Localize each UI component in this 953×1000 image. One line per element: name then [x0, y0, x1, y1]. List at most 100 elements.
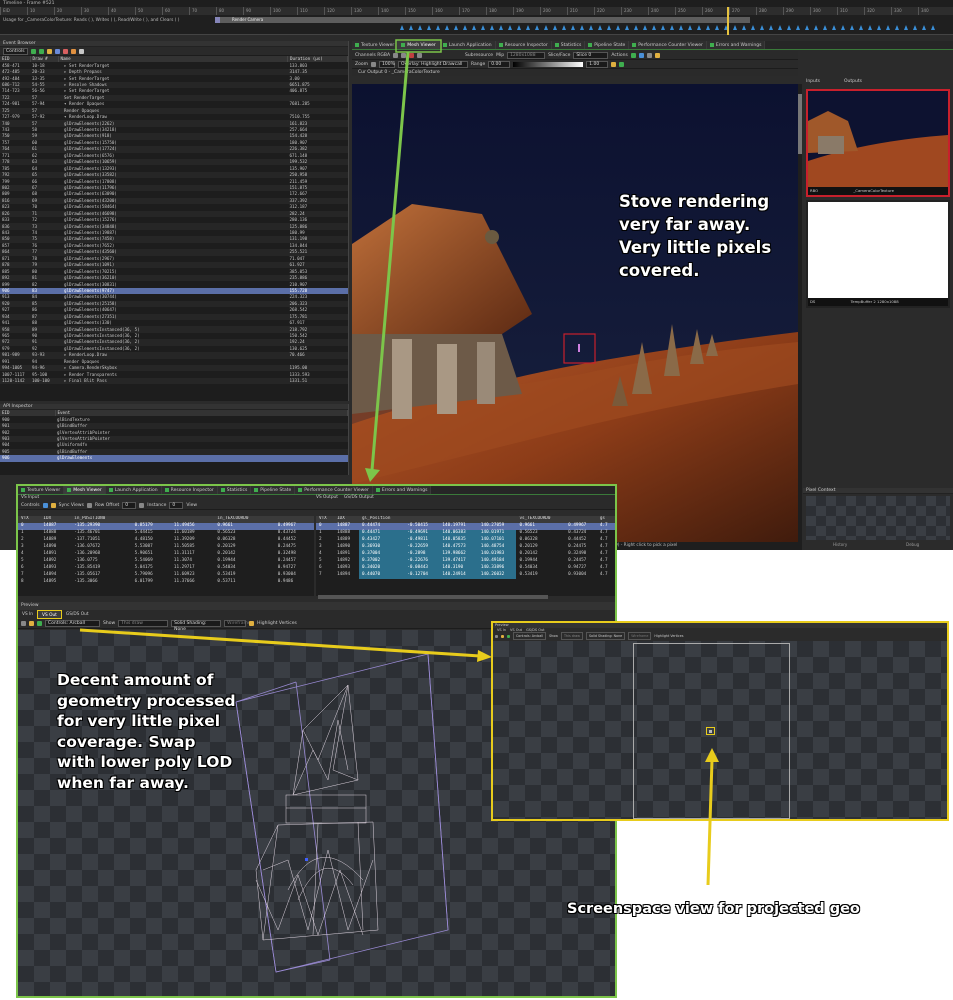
ss-settings-icon[interactable] [507, 634, 510, 638]
highlight-vertices-icon[interactable] [249, 621, 255, 626]
current-event-marker[interactable] [727, 7, 729, 35]
autofit-icon[interactable] [611, 61, 617, 67]
mesh-row[interactable]: 8 14895 -135.3066 6.01799 11.37666 0.53711 0.9… [18, 579, 314, 586]
red-channel-icon[interactable] [393, 52, 399, 58]
ss-solid-shading[interactable]: Solid Shading: None [585, 632, 626, 640]
mesh-row[interactable]: 3 14890 -136.07672 5.53087 11.50585 0.20129 0.… [18, 544, 314, 551]
gs-out-tab[interactable]: GS/DS Out [62, 610, 93, 619]
mesh-tab-resource-inspector[interactable]: Resource Inspector [161, 486, 218, 494]
outputs-tab[interactable]: Outputs [841, 78, 865, 85]
mesh-col-header[interactable] [404, 516, 440, 523]
channels-dropdown[interactable]: Channels RGBA [355, 53, 390, 58]
save-icon[interactable] [630, 52, 636, 58]
highlight-vertices-label[interactable]: Highlight Vertices [257, 621, 297, 626]
controls-dropdown[interactable]: Controls: Arcball [45, 620, 100, 627]
mesh-row[interactable]: 7 14894 -135.05617 5.79096 11.60923 0.53419 0.… [18, 572, 314, 579]
mesh-row[interactable]: 1 14888 -135.46701 5.44415 11.60189 0.56523 0.… [18, 530, 314, 537]
collapse-icon[interactable] [38, 48, 44, 54]
main-tab-performance-counter-viewer[interactable]: Performance Counter Viewer [629, 41, 707, 49]
api-row[interactable]: 906 glDrawElements [0, 455, 348, 462]
row-offset-input[interactable]: 0 [122, 501, 137, 509]
reset-camera-icon[interactable] [21, 621, 26, 626]
mesh-col-header[interactable]: VTX [18, 516, 41, 523]
mesh-row[interactable]: 6 14893 -135.85419 5.04175 11.29717 0.54034 0.… [18, 565, 314, 572]
mesh-col-header[interactable] [170, 516, 215, 523]
mesh-col-header[interactable] [131, 516, 171, 523]
texture-viewport[interactable]: 0030, 0.7899) - Right click to pick a pi… [352, 84, 798, 550]
range-min[interactable]: 0.00 [488, 60, 511, 68]
mesh-row[interactable]: 2 14889 0.43427 -0.49811 140.05835 140.07101 0… [316, 537, 615, 544]
main-tab-errors-and-warnings[interactable]: Errors and Warnings [706, 41, 766, 49]
mesh-row[interactable]: 0 14887 -135.29390 0.85179 11.49456 0.9661 0.4… [18, 523, 314, 530]
instance-input[interactable]: 0 [169, 501, 184, 509]
pixel-context-view[interactable] [806, 496, 950, 540]
debug-button[interactable]: Debug [906, 542, 919, 547]
timeline-panel[interactable]: EID 10 20 30 40 50 60 70 80 90 100 110 120 130 140 150 1… [0, 7, 953, 35]
mip-dropdown[interactable]: 1280x1088 [507, 51, 546, 59]
mesh-col-header[interactable]: gl_Position [358, 516, 405, 523]
mesh-row[interactable]: 3 14890 0.36930 -0.22659 140.47573 140.48754 0… [316, 544, 615, 551]
reset-icon[interactable] [619, 61, 625, 67]
mesh-tab-pipeline-state[interactable]: Pipeline State [251, 486, 296, 494]
timeline-ruler[interactable]: EID 10 20 30 40 50 60 70 80 90 100 110 120 130 140 150 1… [0, 7, 953, 15]
settings-icon[interactable] [70, 48, 76, 54]
mesh-row[interactable]: 0 14887 0.44474 -0.50415 140.19791 140.27059 0… [316, 523, 615, 530]
mesh-tab-texture-viewer[interactable]: Texture Viewer [18, 486, 65, 494]
output-thumbnail-depth[interactable]: DS TempBuffer 2 1280x1088 [806, 200, 950, 308]
green-channel-icon[interactable] [401, 52, 407, 58]
export-icon[interactable] [78, 48, 84, 54]
ss-highlight-vertices[interactable]: Highlight Vertices [654, 633, 683, 639]
timeline-marker[interactable] [215, 17, 220, 23]
main-tab-statistics[interactable]: Statistics [551, 41, 586, 49]
mesh-col-header[interactable] [274, 516, 314, 523]
mesh-col-header[interactable]: gs [596, 516, 615, 523]
range-slider[interactable] [513, 61, 584, 67]
main-tab-resource-inspector[interactable]: Resource Inspector [495, 41, 552, 49]
ss-autofit-icon[interactable] [501, 634, 504, 638]
zoom-value[interactable]: 100% [378, 60, 395, 68]
mesh-col-header[interactable] [565, 516, 597, 523]
main-tab-texture-viewer[interactable]: Texture Viewer [352, 41, 399, 49]
bookmark-icon[interactable] [46, 48, 52, 54]
ss-reset-icon[interactable] [495, 634, 498, 638]
mesh-row[interactable]: 4 14891 -136.20968 5.90651 11.31117 0.20142 0.… [18, 551, 314, 558]
screenspace-canvas[interactable] [493, 641, 947, 819]
overlay-dropdown[interactable]: Overlay: Highlight Drawcall [397, 60, 468, 68]
timeline-icon[interactable] [62, 48, 68, 54]
mesh-tab-mesh-viewer[interactable]: Mesh Viewer [64, 486, 106, 494]
mesh-row[interactable]: 1 14888 0.44471 -0.49691 140.06383 140.01971 0… [316, 530, 615, 537]
find-icon[interactable] [54, 48, 60, 54]
fit-icon[interactable] [370, 61, 376, 67]
slice-dropdown[interactable]: Slice 0 [573, 51, 609, 59]
ss-controls-dropdown[interactable]: Controls: Arcball [513, 632, 547, 640]
output-thumbnail-color[interactable]: RBO _CameraColorTexture [806, 89, 950, 197]
mesh-col-header[interactable]: vs_TEXCOORD0 [516, 516, 566, 523]
mesh-tab-performance-counter-viewer[interactable]: Performance Counter Viewer [295, 486, 373, 494]
show-dropdown[interactable]: This draw [118, 620, 169, 627]
wireframe-toggle[interactable]: Wireframe [224, 620, 251, 627]
columns-icon[interactable] [42, 502, 48, 508]
output-hscrollbar[interactable] [318, 595, 548, 599]
view-icon[interactable] [646, 52, 652, 58]
history-button[interactable]: History [833, 542, 847, 547]
event-row[interactable]: 1120-1142 100-100 ▸ Final Blit Pass 1331.51 [0, 377, 348, 385]
vs-out-tab[interactable]: VS Out [37, 610, 62, 619]
main-tab-mesh-viewer[interactable]: Mesh Viewer [398, 41, 440, 49]
mesh-row[interactable]: 5 14892 0.37002 -0.22676 139.47417 140.49184 0… [316, 558, 615, 565]
expand-icon[interactable] [30, 48, 36, 54]
ss-show-dropdown[interactable]: This draw [561, 632, 583, 640]
mesh-tab-launch-application[interactable]: Launch Application [105, 486, 162, 494]
ss-vs-in-tab[interactable]: VS In [495, 628, 508, 633]
ss-wireframe[interactable]: Wireframe [628, 632, 652, 640]
mesh-col-header[interactable] [477, 516, 517, 523]
mesh-row[interactable]: 7 14894 0.44070 -0.12704 140.24914 140.26032 0… [316, 572, 615, 579]
mesh-tab-errors-and-warnings[interactable]: Errors and Warnings [372, 486, 432, 494]
controls-label[interactable]: Controls [3, 47, 28, 55]
main-tab-pipeline-state[interactable]: Pipeline State [585, 41, 630, 49]
goto-icon[interactable] [638, 52, 644, 58]
scrollbar-thumb[interactable] [798, 94, 802, 154]
gear-icon[interactable] [417, 52, 423, 58]
mesh-col-header[interactable]: IDX [40, 516, 72, 523]
render-camera-bar[interactable]: Render Camera [220, 17, 750, 23]
mesh-row[interactable]: 2 14889 -137.71051 4.48150 11.39209 0.06328 0.… [18, 537, 314, 544]
